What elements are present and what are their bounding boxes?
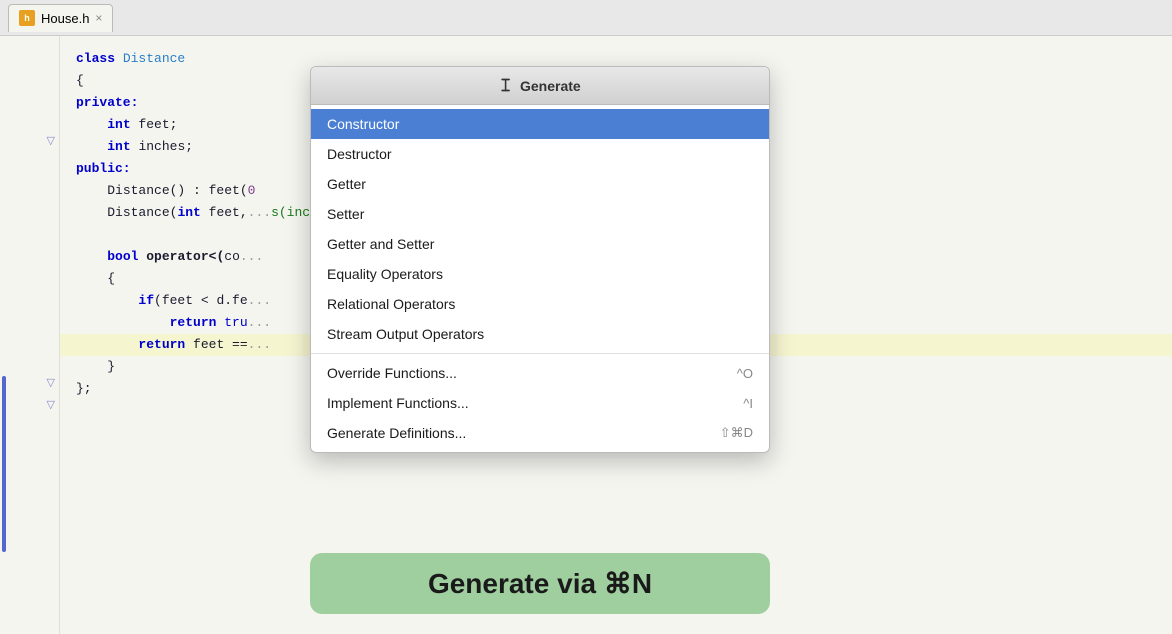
popup-item-label: Generate Definitions... xyxy=(327,425,466,441)
popup-item-implement[interactable]: Implement Functions... ^I xyxy=(311,388,769,418)
popup-item-stream[interactable]: Stream Output Operators xyxy=(311,319,769,349)
tab-bar: h House.h × xyxy=(0,0,1172,36)
generate-bar: Generate via ⌘N xyxy=(310,553,770,614)
popup-item-label: Destructor xyxy=(327,146,392,162)
popup-list: Constructor Destructor Getter Setter Get… xyxy=(311,105,769,452)
editor-gutter: ▽ ▽ ▽ xyxy=(0,36,60,634)
change-indicator xyxy=(2,376,6,552)
popup-item-getter-setter[interactable]: Getter and Setter xyxy=(311,229,769,259)
popup-header: 𝙸 Generate xyxy=(311,67,769,105)
generate-bar-rest: via ⌘N xyxy=(549,568,652,599)
popup-item-label: Relational Operators xyxy=(327,296,455,312)
tab-filename: House.h xyxy=(41,11,89,26)
popup-item-label: Getter xyxy=(327,176,366,192)
popup-item-constructor[interactable]: Constructor xyxy=(311,109,769,139)
popup-item-override[interactable]: Override Functions... ^O xyxy=(311,358,769,388)
popup-item-label: Override Functions... xyxy=(327,365,457,381)
popup-item-setter[interactable]: Setter xyxy=(311,199,769,229)
popup-item-getter[interactable]: Getter xyxy=(311,169,769,199)
popup-item-shortcut: ^I xyxy=(743,396,753,411)
popup-title: Generate xyxy=(520,78,581,94)
popup-item-generate-defs[interactable]: Generate Definitions... ⇧⌘D xyxy=(311,418,769,448)
popup-divider xyxy=(311,353,769,354)
popup-item-label: Constructor xyxy=(327,116,399,132)
editor-area: ▽ ▽ ▽ class Distance { private: int feet… xyxy=(0,36,1172,634)
popup-item-label: Equality Operators xyxy=(327,266,443,282)
popup-item-equality[interactable]: Equality Operators xyxy=(311,259,769,289)
popup-item-relational[interactable]: Relational Operators xyxy=(311,289,769,319)
popup-item-shortcut: ⇧⌘D xyxy=(720,425,753,441)
generate-bar-bold: Generate xyxy=(428,568,549,599)
gutter-marker-2: ▽ xyxy=(47,376,55,389)
tab-file-icon: h xyxy=(19,10,35,26)
cursor-icon: 𝙸 xyxy=(499,75,512,96)
popup-item-label: Implement Functions... xyxy=(327,395,469,411)
gutter-marker-3: ▽ xyxy=(47,398,55,411)
popup-item-destructor[interactable]: Destructor xyxy=(311,139,769,169)
generate-popup: 𝙸 Generate Constructor Destructor Getter… xyxy=(310,66,770,453)
popup-item-label: Stream Output Operators xyxy=(327,326,484,342)
popup-item-label: Getter and Setter xyxy=(327,236,434,252)
tab-house-h[interactable]: h House.h × xyxy=(8,4,113,32)
tab-close-button[interactable]: × xyxy=(95,11,102,25)
popup-item-shortcut: ^O xyxy=(737,366,753,381)
gutter-marker-1: ▽ xyxy=(47,134,55,147)
popup-item-label: Setter xyxy=(327,206,364,222)
